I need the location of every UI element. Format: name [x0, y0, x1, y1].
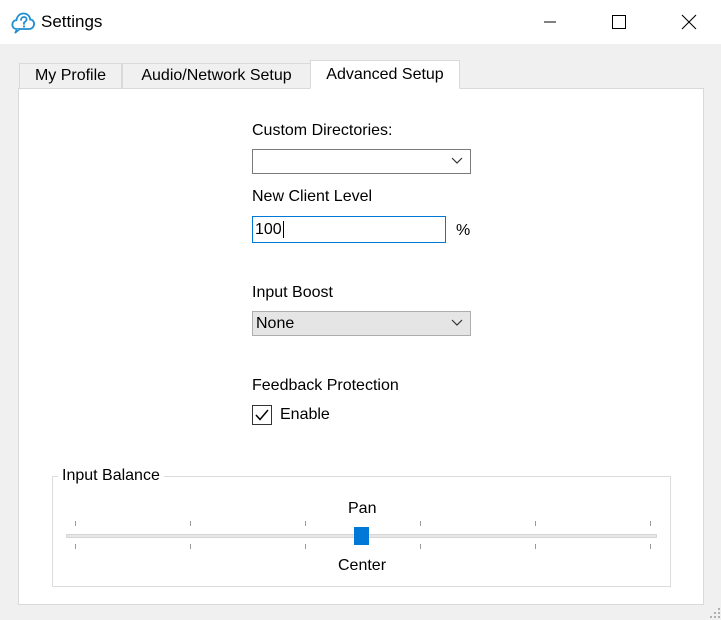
text-caret	[282, 221, 284, 238]
slider-tick	[650, 544, 651, 549]
slider-tick	[75, 544, 76, 549]
slider-tick	[305, 544, 306, 549]
close-button[interactable]	[664, 0, 714, 44]
slider-tick	[75, 521, 76, 526]
maximize-button[interactable]	[594, 0, 644, 44]
pan-slider-title: Pan	[348, 500, 377, 517]
close-icon	[681, 14, 697, 30]
slider-tick	[420, 521, 421, 526]
percent-unit-label: %	[456, 222, 471, 239]
slider-tick	[535, 544, 536, 549]
slider-tick	[190, 521, 191, 526]
feedback-protection-checkbox[interactable]	[252, 405, 272, 425]
minimize-button[interactable]	[525, 0, 575, 44]
custom-directories-label: Custom Directories:	[252, 122, 393, 139]
tab-advanced-setup[interactable]: Advanced Setup	[310, 60, 460, 89]
input-boost-label: Input Boost	[252, 284, 333, 301]
cloud-icon	[11, 12, 35, 34]
checkmark-icon	[255, 409, 269, 421]
resize-grip-icon[interactable]	[709, 607, 721, 619]
input-balance-group-title: Input Balance	[58, 467, 164, 485]
pan-slider-thumb[interactable]	[354, 527, 369, 545]
slider-tick	[420, 544, 421, 549]
input-boost-value: None	[256, 315, 295, 332]
slider-tick	[305, 521, 306, 526]
chevron-down-icon	[451, 157, 463, 164]
minimize-icon	[544, 21, 556, 23]
new-client-level-value: 100	[255, 220, 282, 238]
maximize-icon	[612, 15, 626, 29]
pan-value-label: Center	[338, 557, 387, 574]
tab-my-profile[interactable]: My Profile	[19, 63, 122, 88]
slider-tick	[650, 521, 651, 526]
tab-audio-network-setup[interactable]: Audio/Network Setup	[122, 63, 311, 88]
slider-tick	[190, 544, 191, 549]
input-boost-dropdown[interactable]: None	[252, 311, 471, 336]
enable-checkbox-label[interactable]: Enable	[280, 406, 330, 424]
new-client-level-label: New Client Level	[252, 188, 373, 205]
custom-directories-dropdown[interactable]	[252, 149, 471, 174]
title-bar[interactable]: Settings	[0, 0, 721, 44]
chevron-down-icon	[451, 319, 463, 326]
feedback-protection-label: Feedback Protection	[252, 377, 399, 394]
new-client-level-input[interactable]: 100	[252, 216, 446, 243]
slider-tick	[535, 521, 536, 526]
window-title: Settings	[41, 12, 103, 31]
